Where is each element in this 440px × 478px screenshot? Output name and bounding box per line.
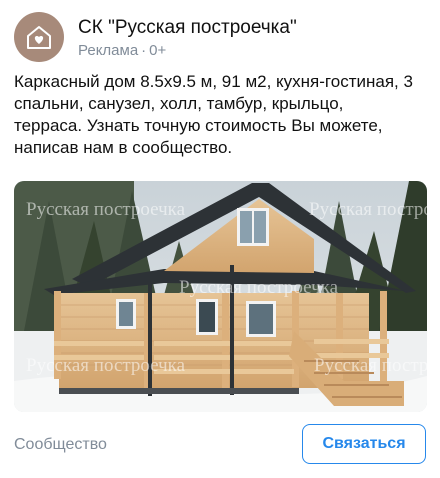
post-image[interactable]: Русская построечка Русская построечка Ру… (14, 181, 427, 412)
post-header: СК "Русская построечка" Реклама · 0+ (14, 12, 426, 62)
post-text: Каркасный дом 8.5х9.5 м, 91 м2, кухня-го… (14, 72, 413, 157)
contact-button[interactable]: Связаться (302, 424, 426, 464)
post-footer: Сообщество Связаться (14, 424, 426, 466)
post-meta: Реклама · 0+ (78, 42, 166, 59)
image-watermark: Русская построечка (26, 199, 186, 220)
author-name[interactable]: СК "Русская построечка" (78, 17, 297, 39)
avatar[interactable] (14, 12, 64, 62)
image-watermark: Русская построечка (309, 199, 427, 220)
source-label[interactable]: Сообщество (14, 436, 107, 454)
house-heart-icon (27, 26, 51, 49)
image-watermark: Русская построечка (314, 355, 427, 376)
meta-separator: · (141, 42, 147, 59)
age-rating: 0+ (149, 42, 167, 59)
image-watermark: Русская построечка (179, 277, 339, 298)
image-watermark: Русская построечка (26, 355, 186, 376)
ad-label: Реклама (78, 42, 139, 59)
